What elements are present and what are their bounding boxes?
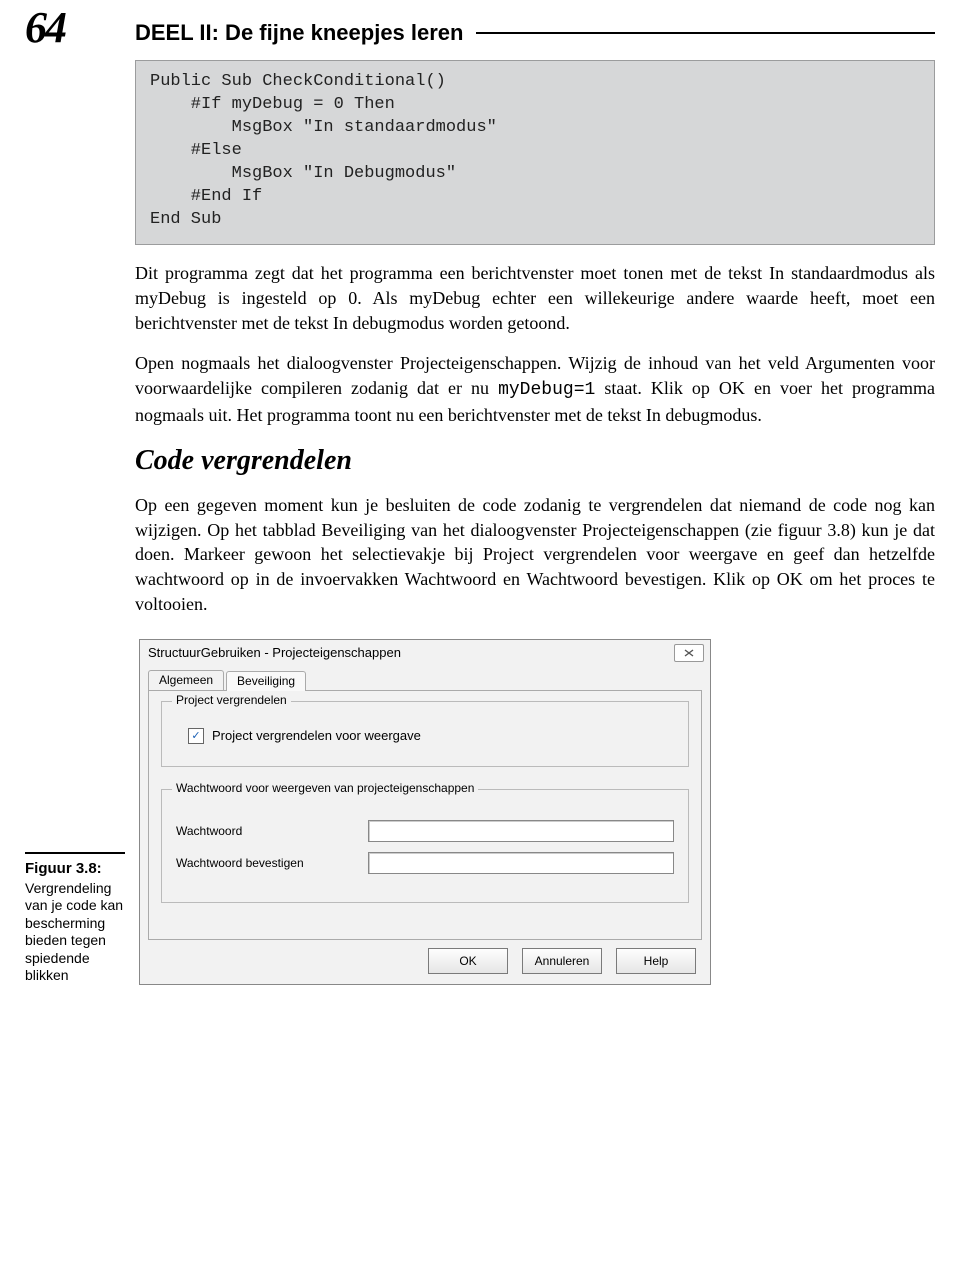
checkbox-lock[interactable]: ✓ <box>188 728 204 744</box>
ok-button[interactable]: OK <box>428 948 508 974</box>
running-head: DEEL II: De fijne kneepjes leren <box>135 20 935 46</box>
figure-caption-text: Vergrendeling van je code kan beschermin… <box>25 880 123 984</box>
label-wachtwoord: Wachtwoord <box>176 824 356 838</box>
label-wachtwoord-bevestigen: Wachtwoord bevestigen <box>176 856 356 870</box>
group-wachtwoord: Wachtwoord voor weergeven van projecteig… <box>161 789 689 903</box>
checkbox-row-lock[interactable]: ✓ Project vergrendelen voor weergave <box>188 728 674 744</box>
cancel-button[interactable]: Annuleren <box>522 948 602 974</box>
code-block: Public Sub CheckConditional() #If myDebu… <box>135 60 935 245</box>
paragraph-1: Dit programma zegt dat het programma een… <box>135 261 935 335</box>
group-legend-pwd: Wachtwoord voor weergeven van projecteig… <box>172 781 478 795</box>
group-project-vergrendelen: Project vergrendelen ✓ Project vergrende… <box>161 701 689 767</box>
field-row-wachtwoord-bevestigen: Wachtwoord bevestigen <box>176 852 674 874</box>
running-head-rule <box>476 32 936 34</box>
paragraph-3: Op een gegeven moment kun je besluiten d… <box>135 493 935 617</box>
dialog-titlebar: StructuurGebruiken - Projecteigenschappe… <box>140 640 710 668</box>
heading-code-vergrendelen: Code vergrendelen <box>135 446 935 477</box>
page-number: 64 <box>25 6 65 50</box>
content-column: Public Sub CheckConditional() #If myDebu… <box>135 60 935 984</box>
help-button[interactable]: Help <box>616 948 696 974</box>
dialog-projecteigenschappen: StructuurGebruiken - Projecteigenschappe… <box>139 639 711 985</box>
figure-label: Figuur 3.8: <box>25 860 125 878</box>
close-icon[interactable] <box>674 644 704 662</box>
inline-code-mydebug: myDebug=1 <box>498 380 595 400</box>
running-head-text: DEEL II: De fijne kneepjes leren <box>135 20 464 46</box>
input-wachtwoord-bevestigen[interactable] <box>368 852 674 874</box>
dialog-tabs: Algemeen Beveiliging <box>140 668 710 690</box>
field-row-wachtwoord: Wachtwoord <box>176 820 674 842</box>
page: 64 DEEL II: De fijne kneepjes leren Publ… <box>0 0 960 1263</box>
figure-row: Figuur 3.8: Vergrendeling van je code ka… <box>135 639 935 985</box>
tab-beveiliging[interactable]: Beveiliging <box>226 671 306 691</box>
tab-algemeen[interactable]: Algemeen <box>148 670 224 690</box>
group-legend-lock: Project vergrendelen <box>172 693 291 707</box>
checkbox-lock-label: Project vergrendelen voor weergave <box>212 728 421 743</box>
tab-panel-beveiliging: Project vergrendelen ✓ Project vergrende… <box>148 690 702 940</box>
dialog-button-bar: OK Annuleren Help <box>140 948 710 984</box>
input-wachtwoord[interactable] <box>368 820 674 842</box>
paragraph-2: Open nogmaals het dialoogvenster Project… <box>135 351 935 427</box>
dialog-title-text: StructuurGebruiken - Projecteigenschappe… <box>148 645 401 660</box>
figure-caption: Figuur 3.8: Vergrendeling van je code ka… <box>25 852 125 985</box>
